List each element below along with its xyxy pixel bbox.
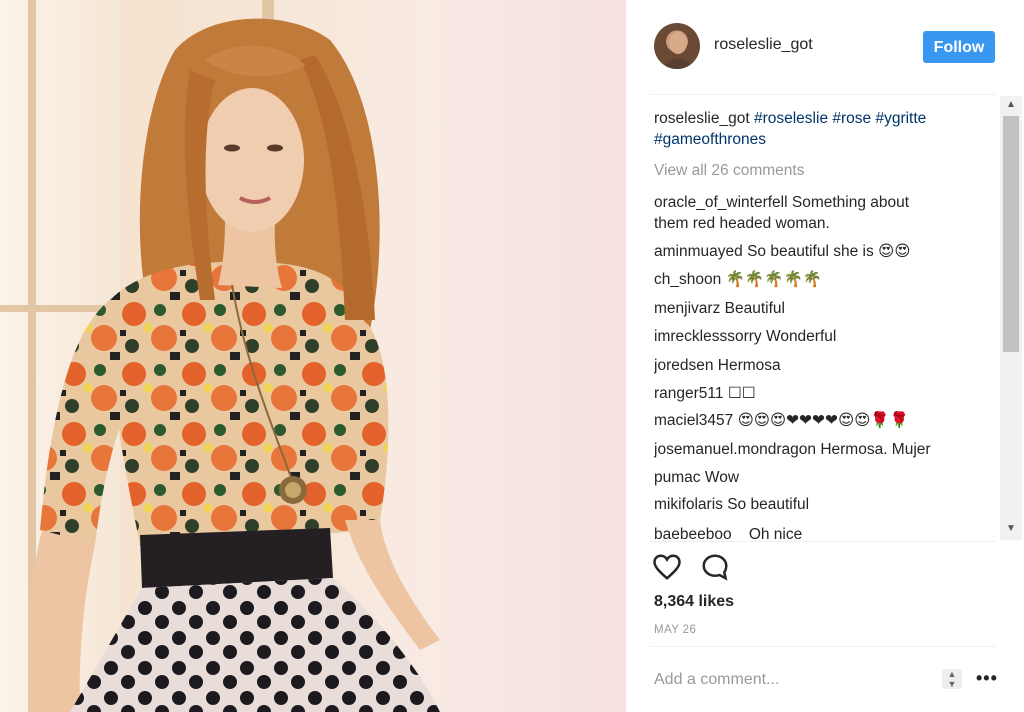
follow-button[interactable]: Follow [923,31,995,63]
comment-item: baebeeboo Oh nice [654,524,974,540]
comment-item: mikifolaris So beautiful [654,494,974,515]
caption-tags-2[interactable]: #gameofthrones [654,131,766,148]
post-photo[interactable] [0,0,626,712]
comment-username[interactable]: mikifolaris [654,496,723,513]
scroll-up-arrow-icon[interactable]: ▲ [1000,96,1022,114]
comment-item: ranger511 ☐☐ [654,383,974,404]
header-divider [650,94,996,95]
comment-text: So beautiful [727,496,810,513]
comment-item: aminmuayed So beautiful she is 😍😍 [654,241,974,262]
comment-username[interactable]: ch_shoon [654,271,721,288]
woman-figure [28,0,626,712]
comment-item: josemanuel.mondragon Hermosa. Mujer [654,439,974,460]
comment-text: Wow [704,469,740,486]
comment-username[interactable]: pumac [654,469,701,486]
comment-text: Hermosa. Mujer [820,441,931,458]
scroll-down-arrow-icon[interactable]: ▼ [1000,520,1022,538]
comment-username[interactable]: menjivarz [654,300,720,317]
like-heart-icon[interactable] [652,552,684,584]
comment-item: menjivarz Beautiful [654,298,974,319]
comment-username[interactable]: baebeeboo [654,526,732,540]
comment-text: 🌴🌴🌴🌴🌴 [725,271,823,288]
comments-list: roseleslie_got #roseleslie #rose #ygritt… [654,108,994,540]
comment-username[interactable]: maciel3457 [654,412,733,429]
comments-divider [650,541,996,542]
post-header: roseleslie_got Follow [626,0,1024,94]
comment-item: pumac Wow [654,467,974,488]
avatar[interactable] [654,23,700,69]
likes-count[interactable]: 8,364 likes [654,593,734,611]
comment-text: So beautiful she is 😍😍 [747,243,911,260]
comments-scrollbar[interactable]: ▲ ▼ [1000,96,1022,540]
comment-username[interactable]: imrecklesssorry [654,328,762,345]
comment-item: joredsen Hermosa [654,355,974,376]
spinner-arrows-icon[interactable]: ▲ ▼ [942,669,962,689]
comment-text: Oh nice [735,526,803,540]
scroll-thumb[interactable] [1003,116,1019,352]
comment-text: 😍😍😍❤❤❤❤😍😍🌹🌹 [737,412,909,429]
comment-text: Something about [791,194,910,211]
comment-item: oracle_of_winterfell Something about the… [654,192,974,234]
action-bar [652,552,732,587]
comment-text: them red headed woman. [654,215,830,232]
comment-item: imrecklesssorry Wonderful [654,326,974,347]
caption: roseleslie_got #roseleslie #rose #ygritt… [654,108,974,150]
add-comment-input[interactable] [654,669,924,691]
comment-username[interactable]: oracle_of_winterfell [654,194,788,211]
comment-text: ☐☐ [727,385,756,402]
comment-item: ch_shoon 🌴🌴🌴🌴🌴 [654,269,974,290]
post-sidebar: roseleslie_got Follow roseleslie_got #ro… [626,0,1024,712]
comment-bubble-icon[interactable] [700,552,732,584]
comment-username[interactable]: aminmuayed [654,243,743,260]
header-username[interactable]: roseleslie_got [714,36,813,54]
comment-text: Hermosa [717,357,781,374]
caption-tags[interactable]: #roseleslie #rose #ygritte [754,110,926,127]
comment-username[interactable]: joredsen [654,357,713,374]
comment-text: Wonderful [765,328,837,345]
comment-username[interactable]: ranger511 [654,385,724,402]
caption-username[interactable]: roseleslie_got [654,110,750,127]
footer-divider [650,646,996,647]
comment-text: Beautiful [724,300,785,317]
comment-username[interactable]: josemanuel.mondragon [654,441,816,458]
comment-item: maciel3457 😍😍😍❤❤❤❤😍😍🌹🌹 [654,410,974,431]
more-options-icon[interactable]: ••• [976,668,998,689]
view-all-comments-link[interactable]: View all 26 comments [654,160,974,181]
post-date[interactable]: MAY 26 [654,624,696,636]
